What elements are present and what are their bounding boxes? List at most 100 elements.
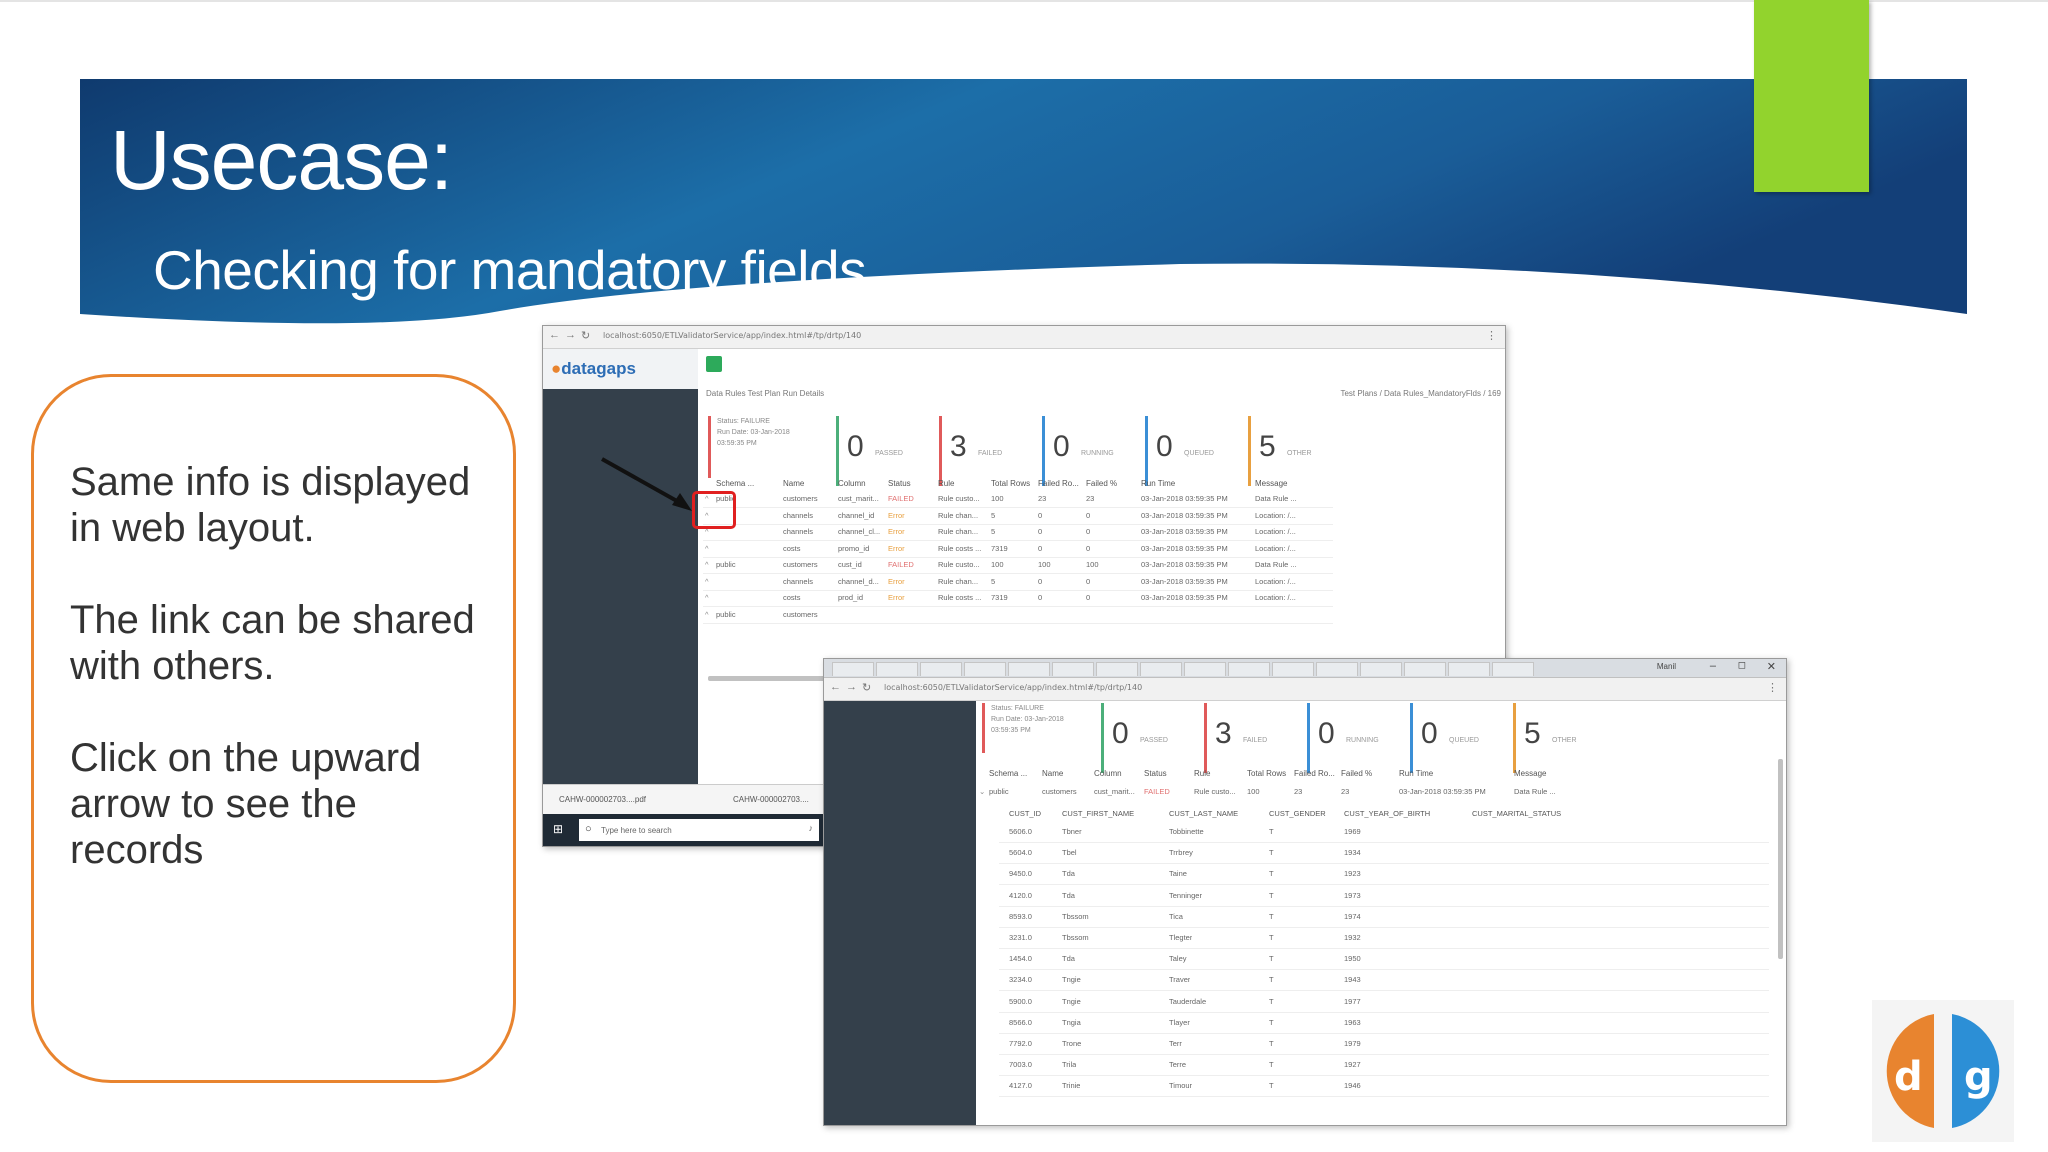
expand-row-icon[interactable]: ^ bbox=[705, 593, 709, 602]
column-header[interactable]: Column bbox=[838, 479, 866, 488]
menu-toggle-button[interactable] bbox=[706, 356, 722, 372]
column-header[interactable]: Status bbox=[1144, 769, 1167, 778]
expand-row-icon[interactable]: ^ bbox=[705, 610, 709, 619]
taskbar-search-box[interactable]: ○ Type here to search ♪ bbox=[579, 819, 819, 841]
maximize-icon[interactable]: ◻ bbox=[1738, 660, 1746, 671]
profile-name[interactable]: Manil bbox=[1657, 662, 1676, 671]
column-header[interactable]: Total Rows bbox=[991, 479, 1030, 488]
status-line: 03:59:35 PM bbox=[717, 440, 757, 447]
menu-icon[interactable]: ⋮ bbox=[1767, 681, 1778, 694]
column-header[interactable]: Failed Ro... bbox=[1038, 479, 1079, 488]
summary-card[interactable]: 3 FAILED bbox=[1204, 703, 1304, 773]
expand-row-icon[interactable]: ^ bbox=[705, 560, 709, 569]
column-header[interactable]: Run Time bbox=[1141, 479, 1175, 488]
browser-tab[interactable] bbox=[1052, 662, 1094, 676]
column-header[interactable]: Failed % bbox=[1086, 479, 1117, 488]
sub-column-header[interactable]: CUST_YEAR_OF_BIRTH bbox=[1344, 809, 1430, 818]
table-cell: 23 bbox=[1086, 494, 1095, 503]
close-icon[interactable]: ✕ bbox=[1767, 660, 1776, 673]
collapse-row-icon[interactable]: ⌄ bbox=[979, 787, 985, 796]
breadcrumb-right[interactable]: Test Plans / Data Rules_MandatoryFlds / … bbox=[1340, 389, 1501, 398]
record-cell: 1977 bbox=[1344, 996, 1361, 1006]
menu-icon[interactable]: ⋮ bbox=[1486, 329, 1497, 342]
reload-icon[interactable]: ↻ bbox=[862, 681, 871, 694]
sub-column-header[interactable]: CUST_ID bbox=[1009, 809, 1041, 818]
column-header[interactable]: Failed % bbox=[1341, 769, 1372, 778]
table-cell: public bbox=[716, 560, 736, 569]
browser-tab[interactable] bbox=[1492, 662, 1534, 676]
back-icon[interactable]: ← bbox=[830, 681, 841, 693]
summary-card[interactable]: 0 RUNNING bbox=[1042, 416, 1142, 486]
column-header[interactable]: Name bbox=[783, 479, 804, 488]
column-header[interactable]: Column bbox=[1094, 769, 1122, 778]
sub-column-header[interactable]: CUST_FIRST_NAME bbox=[1062, 809, 1134, 818]
browser-tab[interactable] bbox=[1404, 662, 1446, 676]
note-line: The link can be shared bbox=[70, 598, 475, 642]
summary-count: 3 bbox=[1215, 717, 1232, 750]
summary-card[interactable]: 5 OTHER bbox=[1513, 703, 1613, 773]
summary-card[interactable]: 0 QUEUED bbox=[1145, 416, 1245, 486]
summary-card[interactable]: 3 FAILED bbox=[939, 416, 1039, 486]
table-cell: 5 bbox=[991, 510, 996, 520]
column-header[interactable]: Rule bbox=[1194, 769, 1210, 778]
forward-icon[interactable]: → bbox=[846, 681, 857, 693]
column-header[interactable]: Total Rows bbox=[1247, 769, 1286, 778]
column-header[interactable]: Name bbox=[1042, 769, 1063, 778]
browser-tab[interactable] bbox=[1448, 662, 1490, 676]
table-cell: customers bbox=[783, 560, 818, 569]
download-item[interactable]: CAHW-000002703....pdf bbox=[559, 795, 646, 804]
expand-row-icon[interactable]: ^ bbox=[705, 544, 709, 553]
summary-card[interactable]: 0 QUEUED bbox=[1410, 703, 1510, 773]
browser-tab[interactable] bbox=[1316, 662, 1358, 676]
microphone-icon[interactable]: ♪ bbox=[809, 823, 814, 833]
windows-start-icon[interactable]: ⊞ bbox=[553, 822, 563, 836]
browser-tab[interactable] bbox=[832, 662, 874, 676]
reload-icon[interactable]: ↻ bbox=[581, 329, 590, 342]
column-header[interactable]: Run Time bbox=[1399, 769, 1433, 778]
column-header[interactable]: Failed Ro... bbox=[1294, 769, 1335, 778]
table-cell: customers bbox=[1042, 787, 1077, 796]
windows-taskbar: ⊞ ○ Type here to search ♪ bbox=[543, 814, 825, 846]
back-icon[interactable]: ← bbox=[549, 329, 560, 341]
summary-card[interactable]: 0 RUNNING bbox=[1307, 703, 1407, 773]
browser-tab[interactable] bbox=[1008, 662, 1050, 676]
sub-column-header[interactable]: CUST_GENDER bbox=[1269, 809, 1326, 818]
summary-card[interactable]: 0 PASSED bbox=[836, 416, 936, 486]
minimize-icon[interactable]: – bbox=[1710, 660, 1716, 672]
table-cell: 03-Jan-2018 03:59:35 PM bbox=[1141, 543, 1228, 553]
sub-column-header[interactable]: CUST_MARITAL_STATUS bbox=[1472, 809, 1561, 818]
datagaps-logo[interactable]: ●datagaps bbox=[551, 359, 636, 379]
column-header[interactable]: Status bbox=[888, 479, 911, 488]
summary-count: 0 bbox=[1421, 717, 1438, 750]
browser-tab[interactable] bbox=[920, 662, 962, 676]
address-bar[interactable]: localhost:6050/ETLValidatorService/app/i… bbox=[884, 683, 1142, 692]
download-item[interactable]: CAHW-000002703.... bbox=[733, 795, 809, 804]
sub-column-header[interactable]: CUST_LAST_NAME bbox=[1169, 809, 1238, 818]
record-cell: Traver bbox=[1169, 975, 1191, 985]
expand-row-icon[interactable]: ^ bbox=[705, 577, 709, 586]
browser-tab[interactable] bbox=[1360, 662, 1402, 676]
browser-tab[interactable] bbox=[1140, 662, 1182, 676]
browser-tab[interactable] bbox=[1096, 662, 1138, 676]
row-divider bbox=[999, 1075, 1769, 1077]
row-divider bbox=[703, 523, 1333, 525]
forward-icon[interactable]: → bbox=[565, 329, 576, 341]
run-status-panel: Status: FAILURE Run Date: 03-Jan-2018 03… bbox=[708, 416, 837, 478]
column-header[interactable]: Schema ... bbox=[989, 769, 1027, 778]
column-header[interactable]: Message bbox=[1514, 769, 1546, 778]
column-header[interactable]: Schema ... bbox=[716, 479, 754, 488]
column-header[interactable]: Message bbox=[1255, 479, 1287, 488]
browser-tab[interactable] bbox=[1184, 662, 1226, 676]
address-bar[interactable]: localhost:6050/ETLValidatorService/app/i… bbox=[603, 331, 861, 340]
browser-tab[interactable] bbox=[1272, 662, 1314, 676]
browser-tab[interactable] bbox=[876, 662, 918, 676]
summary-card[interactable]: 5 OTHER bbox=[1248, 416, 1348, 486]
summary-label: OTHER bbox=[1287, 450, 1312, 457]
vertical-scrollbar[interactable] bbox=[1778, 759, 1783, 959]
column-header[interactable]: Rule bbox=[938, 479, 954, 488]
browser-tab[interactable] bbox=[964, 662, 1006, 676]
record-cell: T bbox=[1269, 1060, 1274, 1070]
search-icon: ○ bbox=[585, 823, 592, 835]
browser-tab[interactable] bbox=[1228, 662, 1270, 676]
summary-card[interactable]: 0 PASSED bbox=[1101, 703, 1201, 773]
